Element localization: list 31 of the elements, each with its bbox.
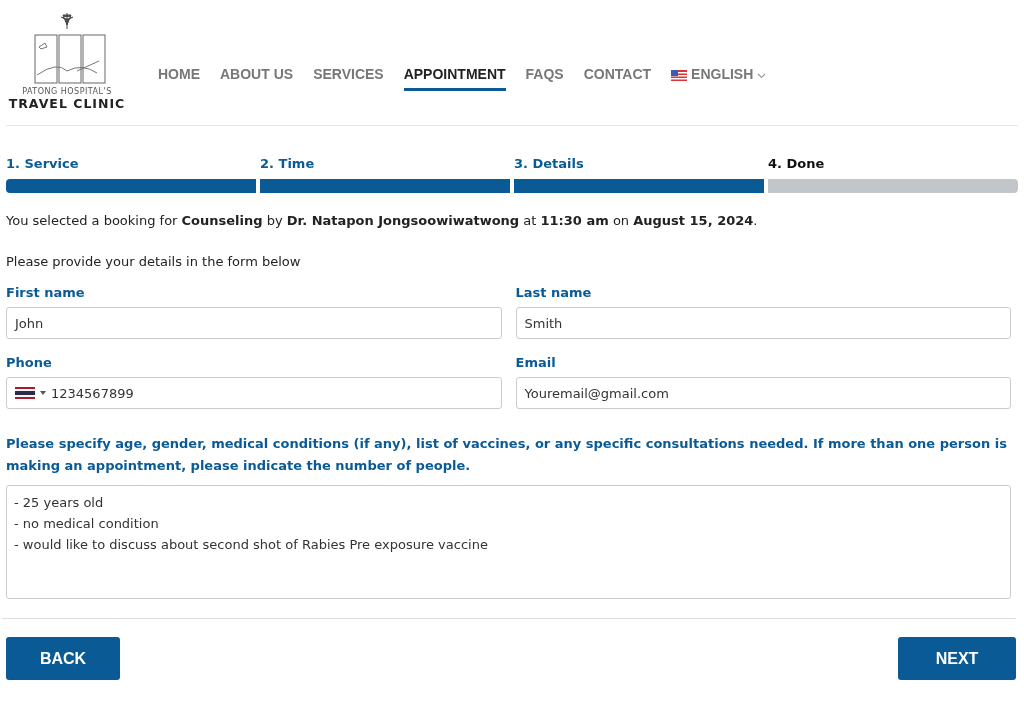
step-label: 4. Done bbox=[768, 156, 826, 171]
nav-link[interactable]: ABOUT US bbox=[220, 60, 294, 91]
chevron-down-icon bbox=[757, 72, 767, 79]
logo-title: TRAVEL CLINIC bbox=[8, 96, 126, 111]
nav-link[interactable]: FAQS bbox=[525, 60, 564, 91]
text-input-field[interactable]: Youremail@gmail.com bbox=[515, 377, 1011, 409]
flag-icon bbox=[671, 70, 688, 81]
text-input-field[interactable]: John bbox=[6, 307, 502, 339]
form-instructions: Please provide your details in the form below bbox=[6, 254, 302, 269]
flag-icon bbox=[15, 387, 35, 399]
logo-subtitle: PATONG HOSPITAL'S bbox=[22, 87, 112, 96]
step-label: 1. Service bbox=[6, 156, 80, 171]
language-selector[interactable]: ENGLISH bbox=[691, 60, 754, 91]
field-label: Email bbox=[515, 355, 557, 370]
phone-input-field[interactable]: 1234567899 bbox=[6, 377, 502, 409]
next-button[interactable]: NEXT bbox=[898, 637, 1016, 680]
nav-link[interactable]: APPOINTMENT bbox=[403, 60, 506, 91]
nav-link[interactable]: SERVICES bbox=[313, 60, 384, 91]
nav-link[interactable]: CONTACT bbox=[583, 60, 652, 91]
nav-link[interactable]: HOME bbox=[158, 60, 200, 91]
notes-textarea[interactable]: - 25 years old - no medical condition - would like to discuss about second shot of Rabies Pre exposure vaccine bbox=[6, 485, 1011, 599]
step-label: 2. Time bbox=[260, 156, 316, 171]
field-label: Please specify age, gender, medical conditions (if any), list of vaccines, or any specific consultations needed. If more than one person is making an appointment, please indicate the number of people. bbox=[6, 435, 1008, 475]
dropdown-caret-icon bbox=[40, 391, 46, 395]
field-label: Phone bbox=[6, 355, 53, 370]
back-button[interactable]: BACK bbox=[6, 637, 120, 680]
field-label: First name bbox=[6, 285, 86, 300]
booking-summary: You selected a booking for Counseling by Dr. Natapon Jongsoowiwatwong at 11:30 am on August 15, 2024. bbox=[6, 213, 759, 228]
field-label: Last name bbox=[515, 285, 593, 300]
text-input-field[interactable]: Smith bbox=[515, 307, 1011, 339]
step-label: 3. Details bbox=[514, 156, 585, 171]
